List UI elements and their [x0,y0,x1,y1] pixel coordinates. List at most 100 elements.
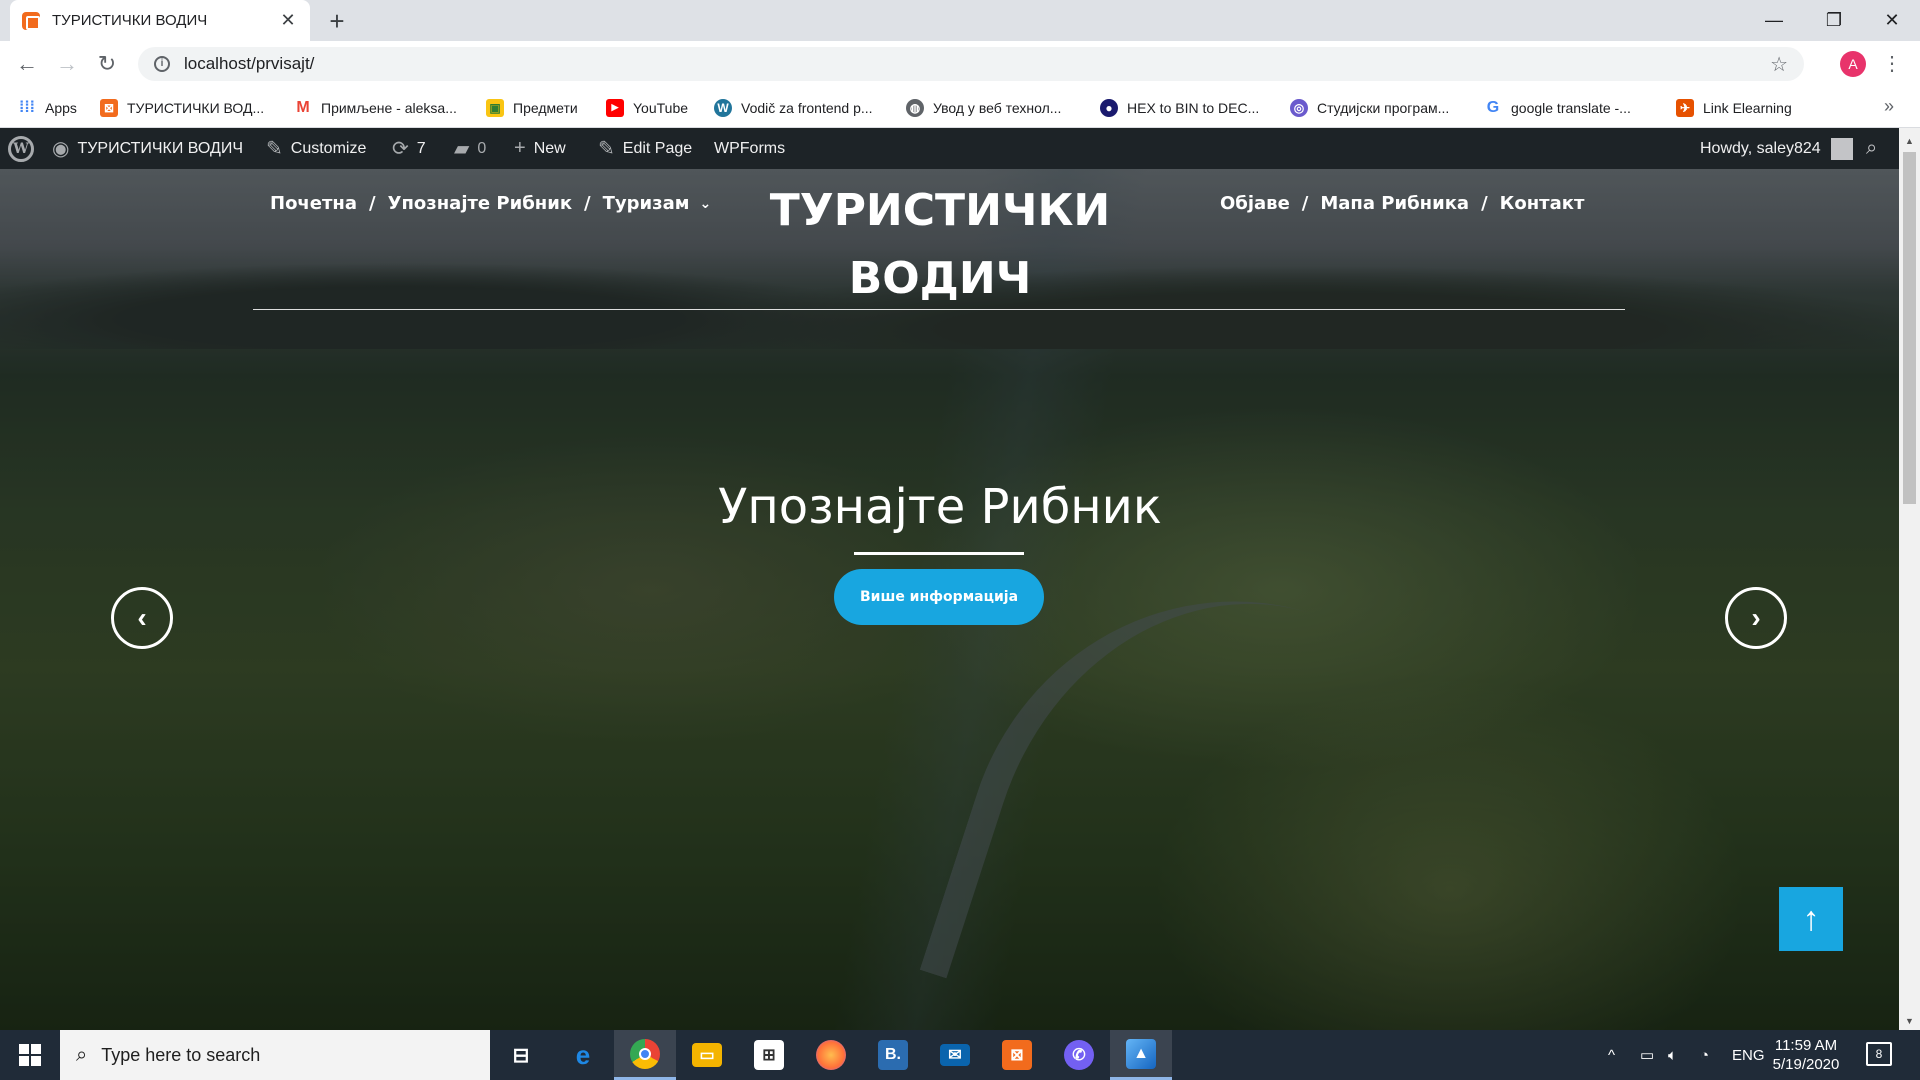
taskbar-xampp[interactable]: ⊠ [986,1030,1048,1080]
brush-icon: ✎ [266,138,283,160]
chevron-down-icon[interactable]: ⌄ [699,196,711,212]
bookmark-studijski[interactable]: ◎ Студијски програм... [1290,87,1449,128]
action-center-button[interactable]: 8 [1866,1042,1892,1066]
admin-new-label: New [533,139,566,157]
taskbar-bootstrap-studio[interactable]: B. [862,1030,924,1080]
bookmark-gmail[interactable]: M Примљене - aleksa... [294,87,457,128]
taskbar-search[interactable]: ⌕ Type here to search [60,1030,490,1080]
site-title-line2: ВОДИЧ [848,253,1032,304]
bookmarks-overflow-icon[interactable]: » [1884,96,1894,117]
wp-logo-menu[interactable]: W [8,128,34,169]
browser-tab[interactable]: ТУРИСТИЧКИ ВОДИЧ ✕ [10,0,310,41]
scrollbar-thumb[interactable] [1903,152,1916,504]
page-scrollbar[interactable]: ▲ ▼ [1899,128,1920,1030]
taskbar-chrome[interactable] [614,1030,676,1080]
scroll-down-icon[interactable]: ▼ [1899,1012,1920,1030]
taskbar-mail[interactable]: ✉ [924,1030,986,1080]
back-to-top-button[interactable]: ↑ [1779,887,1843,951]
globe-icon: ◍ [906,98,924,117]
taskbar-photos[interactable]: ▲ [1110,1030,1172,1080]
viber-icon: ✆ [1064,1040,1094,1070]
site-title-line1: ТУРИСТИЧКИ [769,185,1111,236]
admin-comments[interactable]: ▰ 0 [454,128,486,169]
tray-volume[interactable]: 🔈︎ [1668,1030,1677,1080]
bootstrap-studio-icon: B. [878,1040,908,1070]
browser-menu-icon[interactable]: ⋮ [1882,51,1902,76]
taskbar-firefox[interactable] [800,1030,862,1080]
start-button[interactable] [0,1030,60,1080]
window-close-button[interactable]: ✕ [1864,0,1920,41]
clock-time: 11:59 AM [1774,1037,1838,1054]
close-tab-icon[interactable]: ✕ [278,10,298,31]
nav-item-home[interactable]: Почетна [270,193,357,214]
nav-separator: / [369,193,376,214]
admin-updates[interactable]: ⟳ 7 [392,128,426,169]
bookmark-star-icon[interactable]: ☆ [1770,52,1788,77]
nav-item-mapa[interactable]: Мапа Рибника [1320,193,1469,214]
admin-site-name[interactable]: ◉ ТУРИСТИЧКИ ВОДИЧ [52,128,243,169]
bookmark-youtube[interactable]: ▶ YouTube [606,87,688,128]
xampp-icon: ⊠ [1002,1040,1032,1070]
photos-icon: ▲ [1126,1038,1156,1069]
browser-tab-bar: ТУРИСТИЧКИ ВОДИЧ ✕ + — ❐ ✕ [0,0,1920,41]
main-nav-right: Објаве / Мапа Рибника / Контакт [1220,193,1584,214]
admin-search[interactable]: ⌕ [1866,128,1885,169]
slider-next-button[interactable]: › [1725,587,1787,649]
admin-account[interactable]: Howdy, saley824 [1700,128,1853,169]
updates-icon: ⟳ [392,138,409,160]
header-divider [253,309,1625,310]
bookmark-google-translate[interactable]: G google translate -... [1484,87,1631,128]
bookmark-turisticki[interactable]: ⊠ ТУРИСТИЧКИ ВОД... [100,87,264,128]
restore-button[interactable]: ❐ [1806,0,1862,41]
tray-battery[interactable]: ▭ [1640,1030,1654,1080]
new-tab-button[interactable]: + [322,6,352,37]
tray-network[interactable]: ◔ [1700,1030,1709,1080]
taskbar-viber[interactable]: ✆ [1048,1030,1110,1080]
apps-grid-icon: ⁞⁞⁞ [19,98,35,116]
address-bar[interactable]: i localhost/prvisajt/ ☆ [138,47,1804,81]
windows-taskbar: ⌕ Type here to search ⊟ e ▭ ⊞ B. ✉ ⊠ ✆ ▲… [0,1030,1920,1080]
bookmark-vodic[interactable]: W Vodič za frontend p... [714,87,873,128]
bookmark-label: Link Elearning [1703,99,1792,116]
minimize-button[interactable]: — [1746,0,1802,41]
scroll-up-icon[interactable]: ▲ [1899,132,1920,150]
bookmark-uvod[interactable]: ◍ Увод у веб технол... [906,87,1061,128]
profile-avatar[interactable]: A [1840,51,1866,77]
admin-new[interactable]: + New [514,128,566,169]
edge-icon: e [575,1039,591,1070]
bookmark-hex[interactable]: ● HEX to BIN to DEC... [1100,87,1259,128]
taskbar-task-view[interactable]: ⊟ [490,1030,552,1080]
admin-edit-page[interactable]: ✎ Edit Page [598,128,692,169]
bookmark-apps[interactable]: ⁞⁞⁞ Apps [18,87,77,128]
nav-item-objave[interactable]: Објаве [1220,193,1290,214]
nav-item-kontakt[interactable]: Контакт [1500,193,1585,214]
forward-button[interactable]: → [52,49,82,79]
language-label: ENG [1732,1046,1765,1064]
bookmark-label: Предмети [513,99,578,116]
tray-clock[interactable]: 11:59 AM 5/19/2020 [1764,1036,1848,1074]
wifi-icon: ◔ [1700,1046,1710,1064]
admin-comments-count: 0 [477,139,487,157]
site-info-icon[interactable]: i [154,56,170,72]
browser-toolbar: ← → ↻ i localhost/prvisajt/ ☆ A ⋮ [0,41,1920,87]
user-avatar-icon [1830,137,1853,160]
admin-wpforms[interactable]: WPForms [714,128,785,169]
taskbar-file-explorer[interactable]: ▭ [676,1030,738,1080]
url-text[interactable]: localhost/prvisajt/ [184,54,1770,74]
slider-prev-button[interactable]: ‹ [111,587,173,649]
reload-button[interactable]: ↻ [92,49,122,79]
bookmark-link-elearning[interactable]: ✈ Link Elearning [1676,87,1792,128]
site-title[interactable]: ТУРИСТИЧКИ ВОДИЧ [740,177,1140,313]
tray-language[interactable]: ENG [1732,1030,1765,1080]
taskbar-store[interactable]: ⊞ [738,1030,800,1080]
bookmark-predmeti[interactable]: ▣ Предмети [486,87,578,128]
admin-customize[interactable]: ✎ Customize [266,128,366,169]
nav-item-upoznajte[interactable]: Упознајте Рибник [388,193,572,214]
more-info-button[interactable]: Више информација [834,569,1044,625]
nav-item-turizam[interactable]: Туризам [603,193,690,214]
tray-show-hidden[interactable]: ^ [1608,1030,1615,1080]
bookmarks-bar: ⁞⁞⁞ Apps ⊠ ТУРИСТИЧКИ ВОД... M Примљене … [0,87,1920,128]
back-button[interactable]: ← [12,49,42,79]
file-explorer-icon: ▭ [692,1043,722,1067]
taskbar-edge[interactable]: e [552,1030,614,1080]
